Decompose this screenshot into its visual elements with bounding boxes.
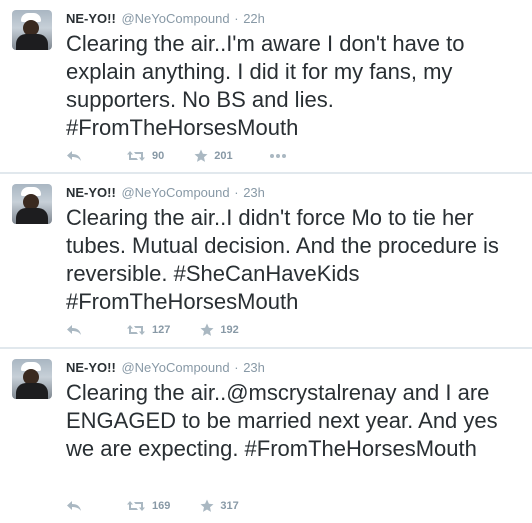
tweet-timestamp[interactable]: 23h	[243, 360, 265, 375]
reply-icon[interactable]	[66, 500, 82, 512]
tweet[interactable]: NE-YO!! @NeYoCompound · 23h Clearing the…	[0, 349, 532, 523]
header-separator: ·	[234, 185, 239, 200]
tweet-header: NE-YO!! @NeYoCompound · 23h	[66, 185, 265, 200]
more-icon[interactable]	[269, 153, 287, 159]
favorite-button[interactable]: 192	[200, 323, 239, 337]
avatar-shirt	[16, 34, 48, 50]
avatar[interactable]	[12, 184, 52, 224]
avatar[interactable]	[12, 359, 52, 399]
tweet-actions: 127 192	[66, 321, 239, 339]
retweet-count: 169	[152, 500, 171, 512]
reply-icon[interactable]	[66, 150, 82, 162]
header-separator: ·	[234, 11, 239, 26]
retweet-icon	[126, 500, 146, 512]
avatar-shirt	[16, 383, 48, 399]
retweet-count: 90	[152, 150, 165, 162]
star-icon	[200, 499, 214, 513]
tweet-text: Clearing the air..@mscrystalrenay and I …	[66, 380, 498, 461]
display-name[interactable]: NE-YO!!	[66, 185, 116, 200]
tweet-timestamp[interactable]: 22h	[243, 11, 265, 26]
tweet-text: Clearing the air..I didn't force Mo to t…	[66, 205, 499, 314]
star-icon	[194, 149, 208, 163]
retweet-button[interactable]: 169	[126, 500, 170, 512]
tweet-timestamp[interactable]: 23h	[243, 185, 265, 200]
tweet-text: Clearing the air..I'm aware I don't have…	[66, 31, 465, 140]
user-handle[interactable]: @NeYoCompound	[121, 185, 229, 200]
favorite-button[interactable]: 201	[194, 149, 233, 163]
retweet-button[interactable]: 90	[126, 150, 164, 162]
tweet-feed: NE-YO!! @NeYoCompound · 22h Clearing the…	[0, 0, 532, 523]
tweet-actions: 169 317	[66, 497, 239, 515]
favorite-count: 317	[220, 500, 239, 512]
tweet-header: NE-YO!! @NeYoCompound · 23h	[66, 360, 265, 375]
tweet-actions: 90 201	[66, 147, 287, 165]
tweet[interactable]: NE-YO!! @NeYoCompound · 23h Clearing the…	[0, 174, 532, 347]
retweet-count: 127	[152, 324, 171, 336]
retweet-icon	[126, 324, 146, 336]
display-name[interactable]: NE-YO!!	[66, 360, 116, 375]
reply-icon[interactable]	[66, 324, 82, 336]
user-handle[interactable]: @NeYoCompound	[121, 360, 229, 375]
avatar[interactable]	[12, 10, 52, 50]
user-handle[interactable]: @NeYoCompound	[121, 11, 229, 26]
header-separator: ·	[234, 360, 239, 375]
retweet-icon	[126, 150, 146, 162]
star-icon	[200, 323, 214, 337]
favorite-count: 192	[220, 324, 239, 336]
display-name[interactable]: NE-YO!!	[66, 11, 116, 26]
tweet[interactable]: NE-YO!! @NeYoCompound · 22h Clearing the…	[0, 0, 532, 173]
retweet-button[interactable]: 127	[126, 324, 170, 336]
favorite-button[interactable]: 317	[200, 499, 239, 513]
tweet-header: NE-YO!! @NeYoCompound · 22h	[66, 11, 265, 26]
avatar-shirt	[16, 208, 48, 224]
favorite-count: 201	[214, 150, 233, 162]
